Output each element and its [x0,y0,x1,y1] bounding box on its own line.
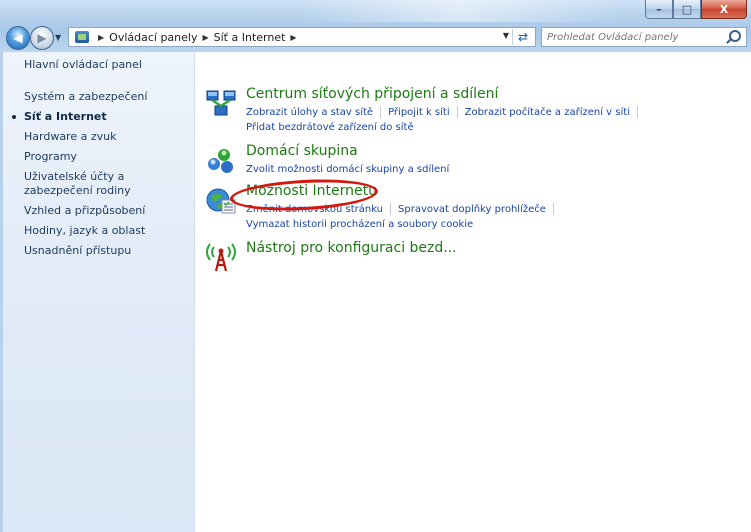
address-dropdown-icon[interactable]: ▼ [503,31,509,40]
sidebar: Hlavní ovládací panel Systém a zabezpeče… [0,52,195,532]
window-left-border [0,52,3,532]
search-input[interactable] [547,31,723,43]
sidebar-item-user-accounts[interactable]: Uživatelské účty a zabezpečení rodiny [24,170,189,198]
sidebar-item-hardware-sound[interactable]: Hardware a zvuk [24,130,189,144]
address-bar[interactable]: ▶ Ovládací panely ▶ Síť a Internet ▶ ▼ ⇄ [68,27,536,47]
task-link[interactable]: Zobrazit počítače a zařízení v síti [465,107,630,118]
task-link[interactable]: Spravovat doplňky prohlížeče [398,204,546,215]
search-box[interactable] [541,27,747,47]
sidebar-item-clock-language[interactable]: Hodiny, jazyk a oblast [24,224,189,238]
control-panel-icon [75,31,89,43]
wireless-config-icon [206,243,236,272]
back-arrow-icon: ◀ [13,31,23,45]
sidebar-item-ease-of-access[interactable]: Usnadnění přístupu [24,244,189,258]
recent-pages-dropdown[interactable]: ▼ [55,33,61,42]
main-content: Centrum síťových připojení a sdílení Zob… [195,52,751,532]
chevron-right-icon[interactable]: ▶ [202,33,208,42]
category-links: Zobrazit úlohy a stav sítě Připojit k sít… [246,105,686,135]
navigation-bar: ◀ ▶ ▼ ▶ Ovládací panely ▶ Síť a Internet… [0,22,751,52]
refresh-icon[interactable]: ⇄ [512,29,533,45]
sidebar-list: Systém a zabezpečení Síť a Internet Hard… [12,90,189,264]
maximize-button[interactable]: □ [673,0,701,19]
link-separator [380,106,382,118]
search-icon[interactable] [729,30,741,42]
title-glow [300,0,620,22]
link-separator [552,203,554,215]
link-separator [636,106,638,118]
category-links: Zvolit možnosti domácí skupiny a sdílení [246,162,686,177]
homegroup-icon [208,149,233,173]
window-controls: – □ X [645,0,747,20]
network-center-icon [206,90,236,116]
category-title[interactable]: Nástroj pro konfiguraci bezd... [246,240,457,256]
close-button[interactable]: X [701,0,747,19]
back-button[interactable]: ◀ [6,26,30,50]
link-separator [456,106,458,118]
sidebar-item-network-internet[interactable]: Síť a Internet [12,110,189,124]
category-title[interactable]: Domácí skupina [246,143,358,159]
sidebar-home-link[interactable]: Hlavní ovládací panel [24,58,142,71]
breadcrumb-control-panel[interactable]: Ovládací panely [109,31,197,44]
forward-button[interactable]: ▶ [30,26,54,50]
task-link[interactable]: Zobrazit úlohy a stav sítě [246,107,373,118]
chevron-right-icon[interactable]: ▶ [290,33,296,42]
forward-arrow-icon: ▶ [37,31,47,45]
link-separator [390,203,392,215]
sidebar-item-appearance[interactable]: Vzhled a přizpůsobení [24,204,189,218]
breadcrumb-network-internet[interactable]: Síť a Internet [214,31,286,44]
category-title[interactable]: Centrum síťových připojení a sdílení [246,86,498,102]
sidebar-item-programs[interactable]: Programy [24,150,189,164]
sidebar-item-system-security[interactable]: Systém a zabezpečení [24,90,189,104]
chevron-right-icon[interactable]: ▶ [98,33,104,42]
task-link[interactable]: Vymazat historii procházení a soubory co… [246,219,473,230]
task-link[interactable]: Zvolit možnosti domácí skupiny a sdílení [246,164,449,175]
minimize-button[interactable]: – [645,0,673,19]
task-link[interactable]: Přidat bezdrátové zařízení do sítě [246,122,414,133]
task-link[interactable]: Připojit k síti [388,107,450,118]
